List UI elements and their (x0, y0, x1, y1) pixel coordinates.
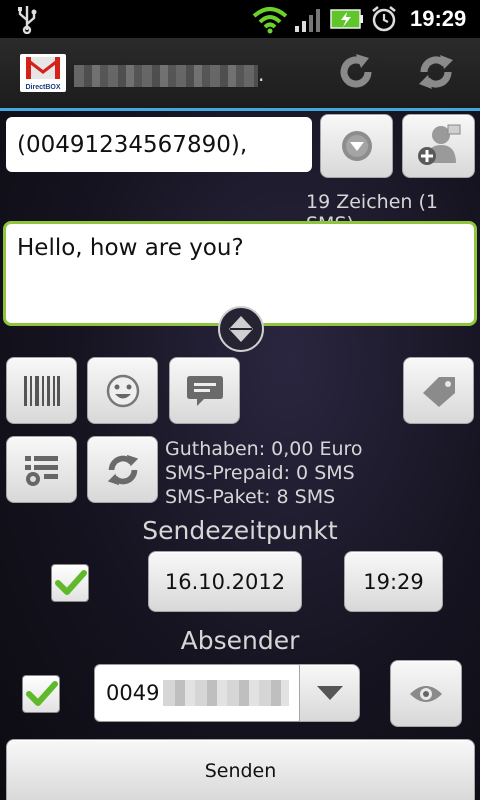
title-divider (0, 108, 480, 111)
sender-checkbox[interactable] (22, 675, 60, 713)
sync-icon[interactable] (416, 52, 456, 92)
add-contact-icon (417, 124, 460, 165)
signal-icon (295, 9, 320, 32)
dropdown-circle-icon (341, 131, 372, 161)
message-text: Hello, how are you? (17, 235, 244, 261)
redacted-account (74, 64, 258, 87)
account-name: . (74, 62, 264, 87)
tag-icon (422, 376, 455, 407)
speech-bubble-icon (186, 375, 223, 406)
package-label: SMS-Paket: 8 SMS (165, 486, 336, 508)
sender-input[interactable]: 0049 (94, 664, 304, 722)
send-button[interactable]: Senden (6, 739, 475, 800)
checkmark-icon (55, 570, 87, 595)
smiley-icon (106, 374, 139, 407)
smiley-button[interactable] (87, 357, 158, 424)
sender-dropdown-button[interactable] (299, 664, 360, 722)
checkmark-icon (26, 681, 58, 706)
recipient-dropdown-button[interactable] (320, 114, 393, 178)
logo-text: DirectBOX (25, 84, 61, 91)
list-settings-icon (24, 455, 58, 486)
schedule-heading: Sendezeitpunkt (142, 516, 338, 545)
preview-button[interactable] (390, 660, 462, 727)
prepaid-label: SMS-Prepaid: 0 SMS (165, 462, 355, 484)
usb-icon (18, 6, 37, 34)
credit-label: Guthaben: 0,00 Euro (165, 438, 363, 460)
eye-icon (410, 685, 442, 702)
time-button[interactable]: 19:29 (344, 551, 443, 612)
date-button[interactable]: 16.10.2012 (148, 551, 302, 612)
recipient-value: (00491234567890), (17, 131, 248, 158)
reload-icon[interactable] (336, 52, 376, 92)
balance-info: Guthaben: 0,00 Euro SMS-Prepaid: 0 SMS S… (165, 437, 363, 509)
chevron-down-icon (316, 686, 343, 700)
schedule-checkbox[interactable] (51, 564, 89, 602)
app-logo: DirectBOX (20, 54, 66, 92)
recipient-input[interactable]: (00491234567890), (6, 117, 312, 172)
refresh-balance-button[interactable] (87, 436, 158, 503)
status-bar: 19:29 (0, 0, 480, 38)
sender-heading: Absender (180, 626, 300, 655)
barcode-button[interactable] (6, 357, 77, 424)
refresh-icon (107, 454, 138, 485)
alarm-icon (372, 6, 396, 32)
settings-list-button[interactable] (6, 436, 77, 503)
tag-button[interactable] (403, 357, 474, 424)
add-contact-button[interactable] (402, 114, 475, 178)
templates-button[interactable] (169, 357, 240, 424)
barcode-icon (23, 375, 60, 406)
redacted-sender-number (163, 680, 290, 706)
envelope-icon (26, 57, 60, 79)
wifi-icon (252, 7, 288, 34)
clock: 19:29 (410, 6, 467, 31)
account-suffix: . (258, 62, 265, 86)
resize-handle-icon[interactable] (216, 304, 266, 354)
sender-prefix: 0049 (106, 681, 160, 705)
battery-charging-icon (330, 9, 363, 29)
title-bar: DirectBOX . (0, 38, 480, 108)
